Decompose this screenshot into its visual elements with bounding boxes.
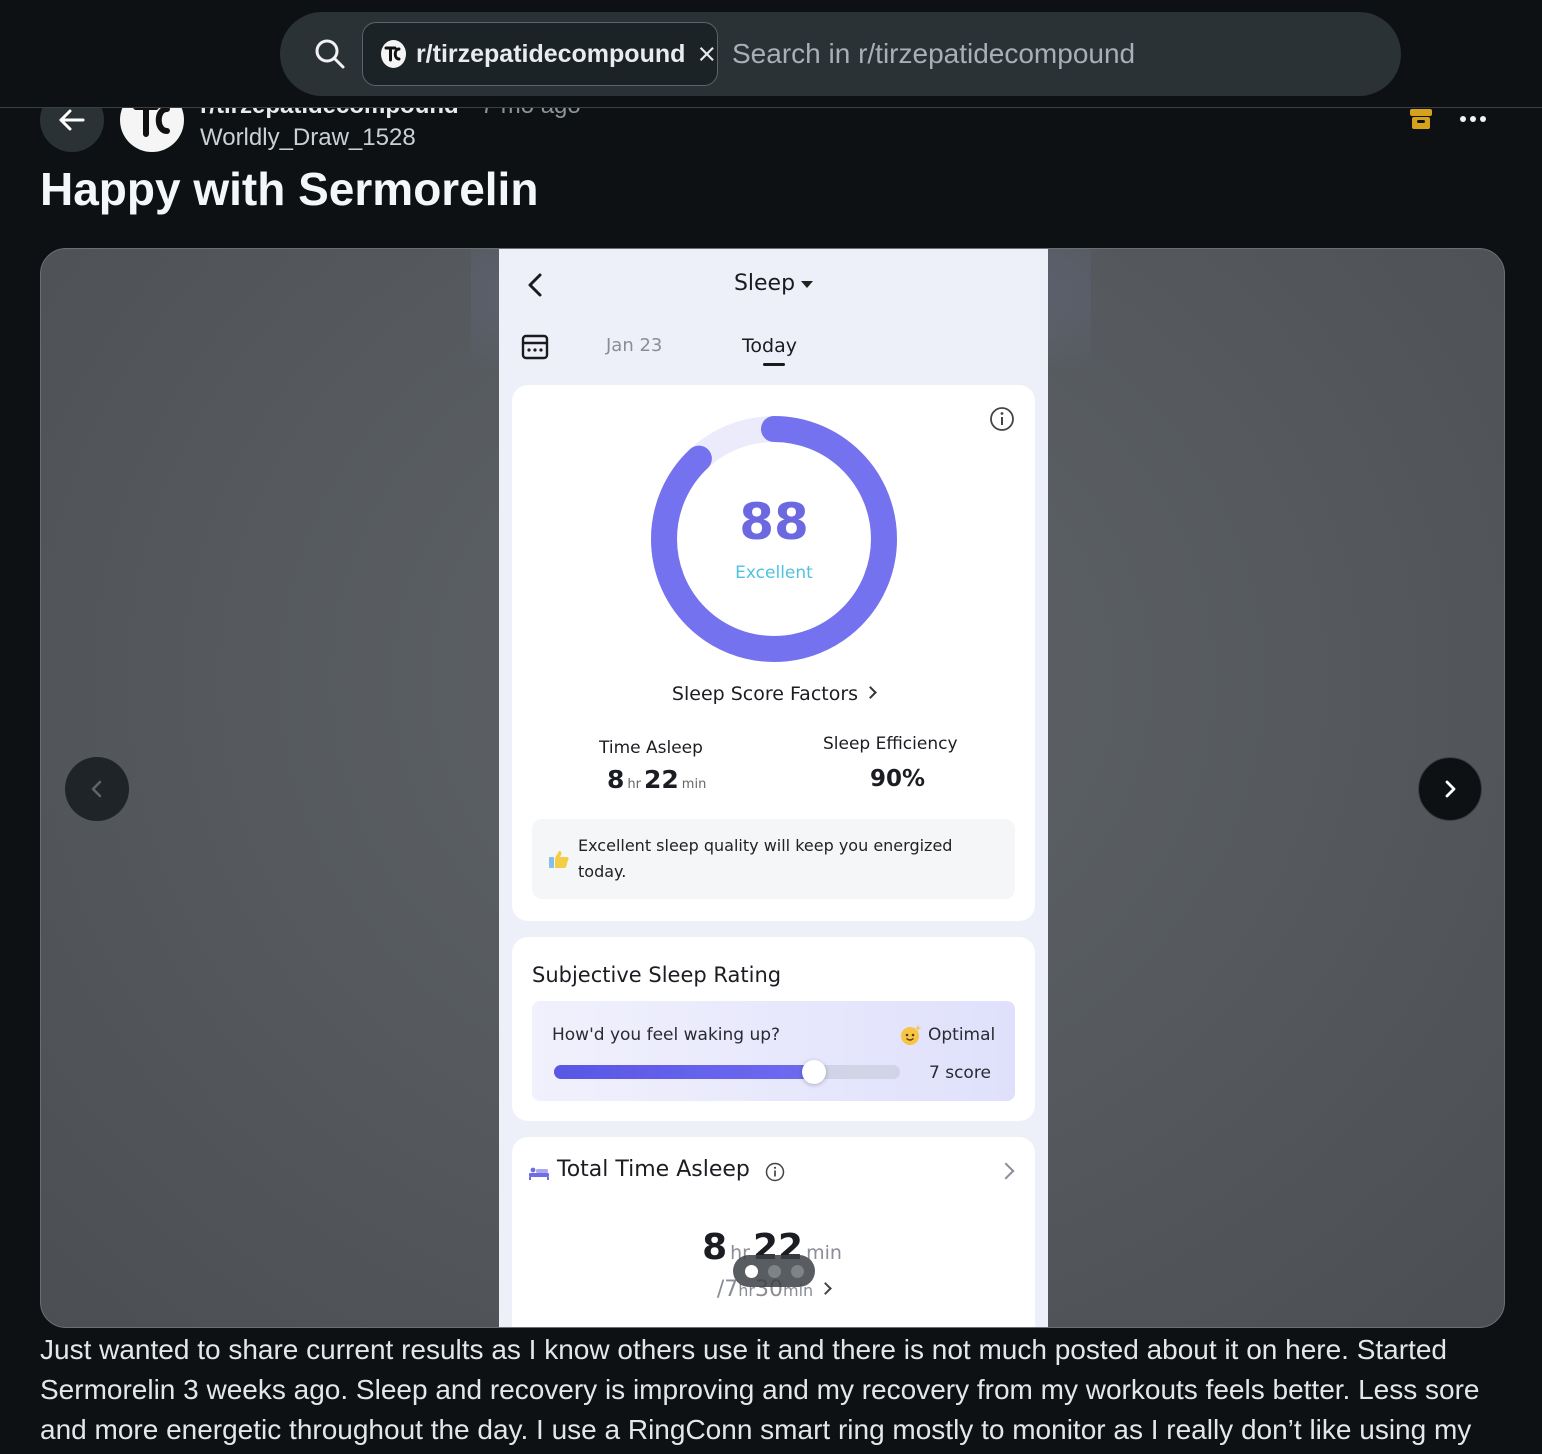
info-icon: [990, 407, 1014, 431]
time-asleep-value: 8 hr 22 min: [607, 765, 709, 794]
waking-feel-rating: Optimal: [928, 1025, 996, 1045]
sleep-score-card: 88 Excellent Sleep Score Factors Time As…: [512, 385, 1035, 921]
waking-feel-score: 7 score: [929, 1063, 991, 1083]
sleep-score-factors-link: Sleep Score Factors: [512, 683, 1035, 705]
smiley-face-icon: [901, 1025, 922, 1045]
sleep-app-screenshot: Sleep Jan 23 Today 88 Excellent Sleep Sc…: [499, 249, 1048, 1327]
subjective-rating-title: Subjective Sleep Rating: [532, 963, 782, 987]
chevron-right-icon: [1445, 780, 1456, 798]
pagination-dot[interactable]: [767, 1264, 781, 1278]
info-icon: [765, 1162, 785, 1182]
thumbs-up-icon: [549, 851, 569, 868]
tab-active-indicator: [763, 363, 785, 366]
chevron-right-icon: [819, 1281, 833, 1295]
post-title: Happy with Sermorelin: [40, 163, 539, 215]
gallery-pagination-dots: [733, 1255, 815, 1287]
chevron-right-icon: [864, 686, 877, 699]
calendar-icon: [521, 334, 549, 360]
unit-hr: hr: [627, 777, 641, 792]
gallery-previous-button[interactable]: [65, 757, 129, 821]
chevron-left-icon: [91, 780, 102, 798]
unit-min: min: [681, 777, 707, 792]
caret-down-icon: [801, 280, 814, 288]
sleep-score-factors-text: Sleep Score Factors: [671, 683, 859, 705]
total-time-asleep-card: Total Time Asleep 8 hr22 min /7hr30min: [512, 1137, 1035, 1327]
waking-feel-question: How'd you feel waking up?: [552, 1025, 781, 1045]
app-screen-title-text: Sleep: [733, 271, 796, 296]
archive-icon: [1410, 109, 1432, 129]
search-input[interactable]: [732, 32, 1352, 76]
search-icon[interactable]: [312, 36, 348, 72]
gallery-next-button[interactable]: [1418, 757, 1482, 821]
close-icon[interactable]: [697, 43, 717, 65]
tab-previous-day: Jan 23: [606, 335, 663, 356]
author-link[interactable]: Worldly_Draw_1528: [200, 124, 416, 152]
community-filter-chip[interactable]: r/tirzepatidecompound: [362, 22, 718, 86]
community-logo-icon: [381, 40, 406, 68]
image-gallery[interactable]: Sleep Jan 23 Today 88 Excellent Sleep Sc…: [40, 248, 1505, 1328]
sleep-tip-box: Excellent sleep quality will keep you en…: [532, 819, 1015, 899]
sleep-score-label: Excellent: [735, 563, 813, 583]
chevron-right-icon: [997, 1162, 1015, 1180]
top-bar: r/tirzepatidecompound: [0, 0, 1542, 108]
app-screen-title: Sleep: [499, 271, 1048, 296]
search-bar[interactable]: r/tirzepatidecompound: [280, 12, 1401, 96]
goal-hours: /7: [716, 1277, 739, 1302]
bed-icon: [529, 1167, 549, 1180]
sleep-tip-text: Excellent sleep quality will keep you en…: [578, 836, 953, 881]
total-hours: 8: [702, 1227, 728, 1268]
sleep-score-value: 88: [739, 493, 809, 551]
pagination-dot[interactable]: [790, 1264, 804, 1278]
tab-today: Today: [742, 335, 797, 357]
time-asleep-minutes: 22: [644, 765, 679, 794]
total-time-asleep-title: Total Time Asleep: [557, 1157, 750, 1182]
arrow-left-icon: [59, 109, 85, 131]
more-options-icon[interactable]: [1458, 106, 1488, 132]
community-filter-label: r/tirzepatidecompound: [415, 39, 686, 68]
rating-slider-track: [554, 1060, 900, 1084]
time-asleep-hours: 8: [607, 765, 625, 794]
waking-feel-box: How'd you feel waking up? Optimal 7 scor…: [532, 1001, 1015, 1101]
sleep-efficiency-label: Sleep Efficiency: [823, 734, 958, 754]
subjective-rating-card: Subjective Sleep Rating How'd you feel w…: [512, 937, 1035, 1121]
sleep-efficiency-value: 90%: [870, 766, 926, 792]
rating-slider-thumb: [801, 1060, 826, 1084]
rating-slider-fill: [554, 1065, 814, 1079]
post-body-text: Just wanted to share current results as …: [40, 1334, 1480, 1445]
pagination-dot[interactable]: [744, 1264, 758, 1278]
time-asleep-label: Time Asleep: [599, 738, 703, 758]
